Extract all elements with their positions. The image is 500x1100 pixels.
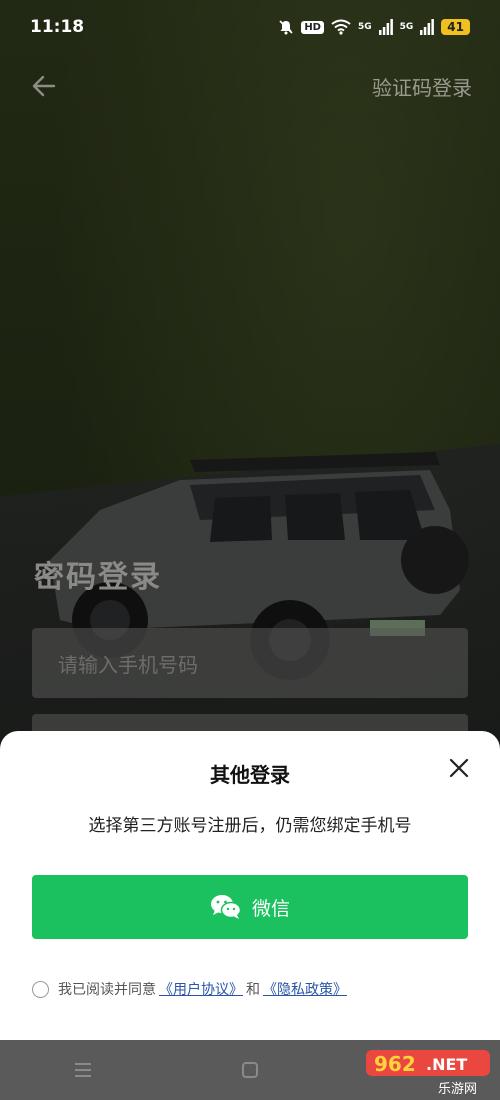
svg-text:乐游网: 乐游网 [438, 1082, 477, 1096]
sheet-subtitle: 选择第三方账号注册后，仍需您绑定手机号 [88, 816, 412, 836]
home-square-icon[interactable] [240, 1060, 260, 1080]
status-time: 11:18 [30, 17, 85, 37]
user-agreement-link[interactable]: 《用户协议》 [159, 979, 243, 999]
back-arrow-icon[interactable] [30, 72, 58, 100]
wechat-login-label: 微信 [251, 897, 290, 920]
wechat-icon [210, 895, 242, 919]
hd-badge: HD [301, 20, 324, 34]
sim2-network-label: 5G [399, 22, 414, 32]
status-icons: HD 5G 5G 41 [278, 19, 470, 35]
sheet-title: 其他登录 [210, 763, 290, 787]
agreement-prefix: 我已阅读并同意 [58, 982, 156, 998]
top-nav: 验证码登录 [0, 62, 500, 110]
signal-icon [378, 19, 393, 35]
other-login-sheet: 其他登录 选择第三方账号注册后，仍需您绑定手机号 微信 我已阅读并同意 《用户协… [0, 731, 500, 1040]
agreement-row: 我已阅读并同意 《用户协议》 和 《隐私政策》 [32, 979, 350, 999]
page-title: 密码登录 [34, 560, 162, 595]
battery-indicator: 41 [441, 19, 470, 35]
privacy-policy-link[interactable]: 《隐私政策》 [263, 979, 347, 999]
menu-icon[interactable] [73, 1060, 93, 1080]
sms-code-login-link[interactable]: 验证码登录 [372, 72, 472, 101]
login-screen: 11:18 HD 5G 5G 41 验证码登录 密码登录 请输入手机号码 其他登… [0, 0, 500, 1100]
agreement-conjunction: 和 [246, 982, 260, 998]
phone-input[interactable]: 请输入手机号码 [32, 628, 468, 698]
phone-input-placeholder: 请输入手机号码 [58, 652, 198, 677]
wechat-login-button[interactable]: 微信 [32, 875, 468, 939]
agreement-checkbox[interactable] [32, 980, 49, 998]
sim1-network-label: 5G [357, 22, 372, 32]
svg-text:962: 962 [374, 1052, 416, 1076]
signal-icon [420, 19, 435, 35]
svg-text:.NET: .NET [426, 1055, 467, 1074]
status-bar: 11:18 HD 5G 5G 41 [0, 0, 500, 54]
mute-bell-icon [279, 20, 293, 35]
close-icon[interactable] [448, 757, 470, 779]
watermark-logo: 962 .NET 乐游网 [364, 1048, 492, 1097]
wifi-icon [331, 19, 351, 35]
